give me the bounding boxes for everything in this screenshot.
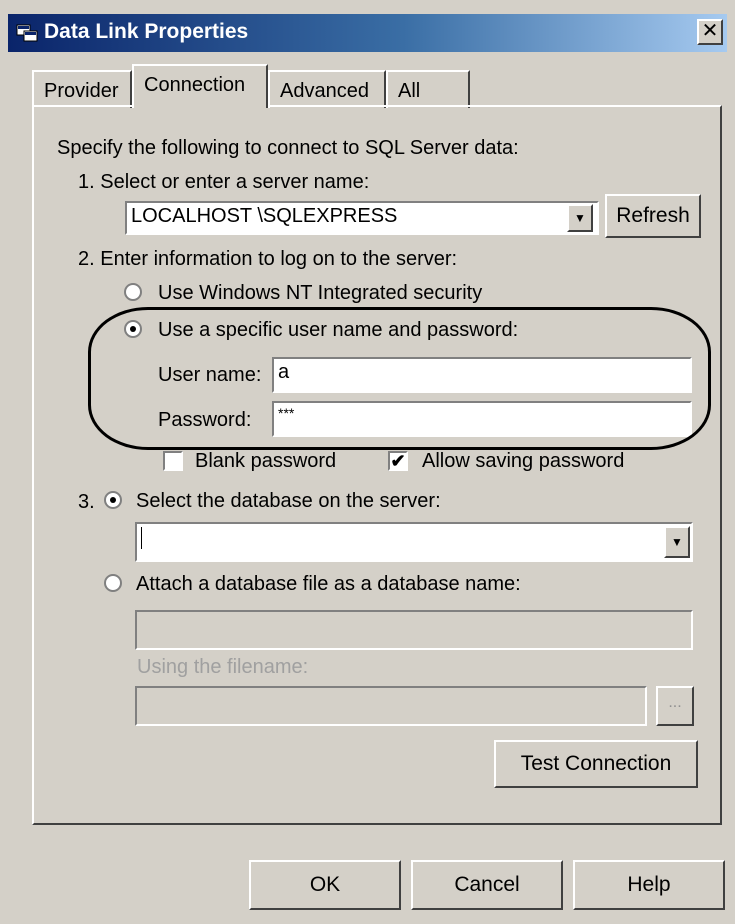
windows-nt-label: Use Windows NT Integrated security: [158, 282, 483, 304]
tab-all[interactable]: All: [386, 70, 470, 108]
tab-all-label: All: [398, 80, 421, 102]
server-name-combobox[interactable]: LOCALHOST \SQLEXPRESS: [125, 201, 599, 235]
server-name-value: LOCALHOST \SQLEXPRESS: [131, 205, 398, 227]
attach-database-label: Attach a database file as a database nam…: [136, 573, 521, 595]
cancel-button-label: Cancel: [454, 873, 520, 896]
ok-button-label: OK: [309, 873, 341, 896]
allow-saving-checkbox[interactable]: ✔: [388, 451, 408, 471]
chevron-down-icon: ▼: [574, 211, 586, 225]
radio-selected-dot: [130, 326, 136, 332]
close-icon: ✕: [701, 20, 719, 42]
step1-label: 1. Select or enter a server name:: [78, 171, 370, 193]
window-title: Data Link Properties: [44, 20, 249, 43]
blank-password-checkbox[interactable]: [163, 451, 183, 471]
database-dropdown-button[interactable]: ▼: [664, 526, 690, 558]
allow-saving-label: Allow saving password: [422, 450, 625, 472]
radio-attach-database[interactable]: [104, 574, 122, 592]
filename-label: Using the filename:: [137, 656, 309, 678]
test-connection-button[interactable]: Test Connection: [494, 740, 698, 788]
step3-number: 3.: [78, 491, 95, 513]
server-dropdown-button[interactable]: ▼: [567, 204, 593, 232]
browse-button[interactable]: ...: [656, 686, 694, 726]
blank-password-label: Blank password: [195, 450, 337, 472]
data-link-icon: [16, 24, 38, 42]
help-button[interactable]: Help: [573, 860, 725, 910]
checkmark-icon: ✔: [390, 451, 406, 471]
password-label: Password:: [158, 409, 252, 431]
tab-connection-label: Connection: [144, 74, 246, 96]
username-input[interactable]: a: [272, 357, 692, 393]
password-input[interactable]: ***: [272, 401, 692, 437]
tab-provider[interactable]: Provider: [32, 70, 132, 108]
ok-button[interactable]: OK: [249, 860, 401, 910]
radio-specific-user[interactable]: [124, 320, 142, 338]
tab-advanced[interactable]: Advanced: [268, 70, 386, 108]
title-bar[interactable]: Data Link Properties ✕: [8, 14, 727, 52]
cancel-button[interactable]: Cancel: [411, 860, 563, 910]
username-label: User name:: [158, 364, 262, 386]
intro-text: Specify the following to connect to SQL …: [57, 137, 519, 159]
step2-label: 2. Enter information to log on to the se…: [78, 248, 458, 270]
database-combobox[interactable]: [135, 522, 693, 562]
filename-input[interactable]: [135, 686, 647, 726]
refresh-button-label: Refresh: [616, 204, 690, 227]
data-link-properties-dialog: Data Link Properties ✕ Provider Connecti…: [0, 0, 735, 924]
tab-provider-label: Provider: [44, 80, 119, 102]
radio-select-database[interactable]: [104, 491, 122, 509]
text-caret: [141, 526, 142, 549]
tab-connection[interactable]: Connection: [132, 64, 268, 108]
close-button[interactable]: ✕: [697, 19, 723, 45]
browse-button-label: ...: [668, 694, 682, 711]
radio-selected-dot: [110, 497, 116, 503]
help-button-label: Help: [627, 873, 671, 896]
refresh-button[interactable]: Refresh: [605, 194, 701, 238]
tab-advanced-label: Advanced: [280, 80, 369, 102]
chevron-down-icon: ▼: [671, 535, 683, 549]
username-value: a: [278, 361, 290, 383]
password-value: ***: [278, 405, 295, 421]
test-connection-label: Test Connection: [520, 752, 672, 775]
specific-user-label: Use a specific user name and password:: [158, 319, 519, 341]
radio-windows-nt[interactable]: [124, 283, 142, 301]
select-database-label: Select the database on the server:: [136, 490, 441, 512]
attach-name-input[interactable]: [135, 610, 693, 650]
